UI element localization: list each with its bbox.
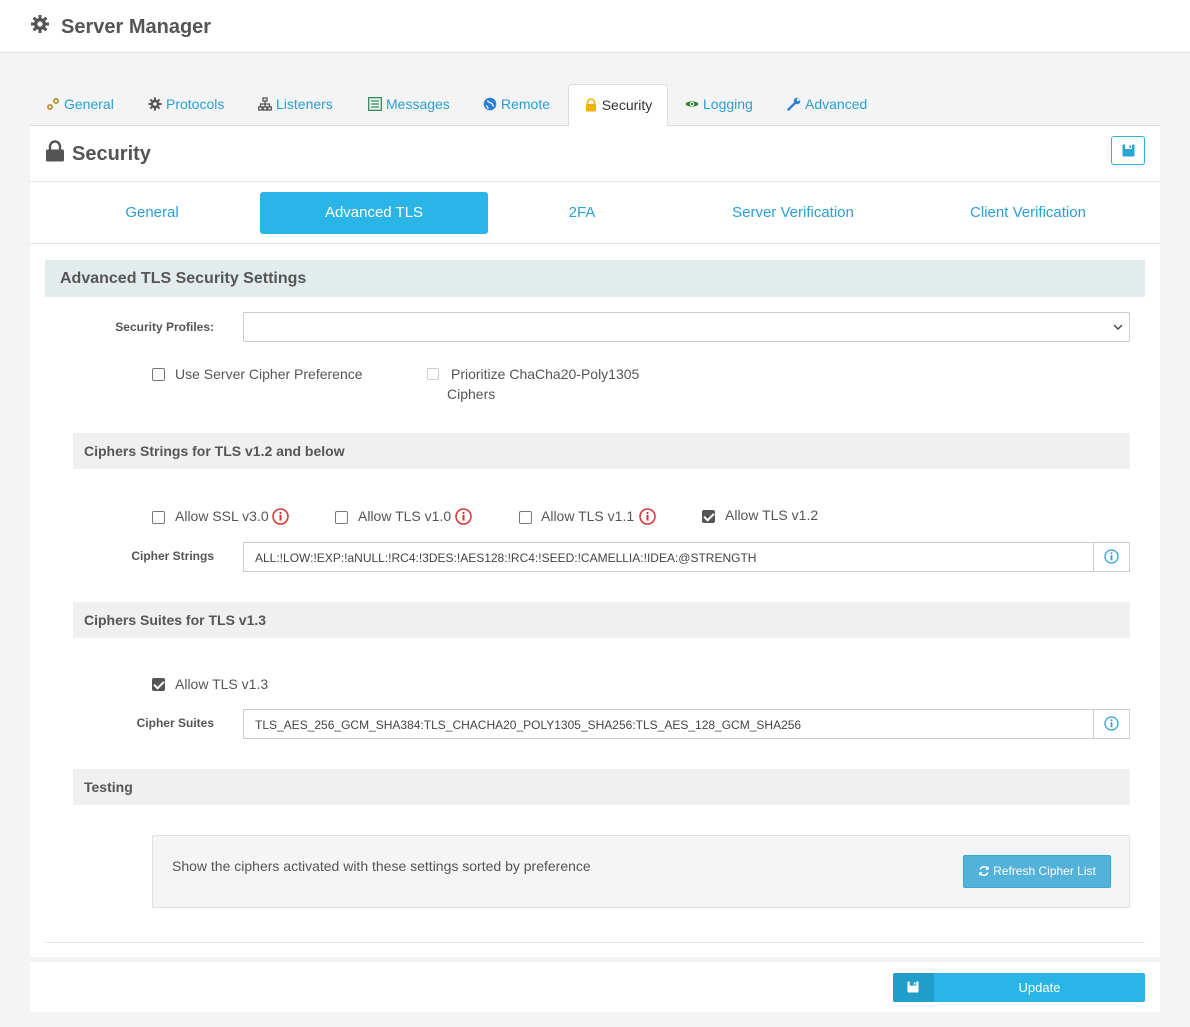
security-subtabs: General Advanced TLS 2FA Server Verifica… — [30, 182, 1160, 244]
gear-icon — [31, 15, 49, 33]
subtab-server-verification[interactable]: Server Verification — [693, 192, 893, 234]
wrench-icon — [787, 97, 801, 111]
tab-remote-label: Remote — [501, 96, 551, 112]
list-icon — [368, 97, 382, 111]
security-profiles-select[interactable] — [243, 312, 1130, 342]
save-button[interactable] — [1111, 136, 1145, 165]
refresh-cipher-list-button[interactable]: Refresh Cipher List — [963, 855, 1111, 888]
subtab-client-verification[interactable]: Client Verification — [928, 192, 1128, 234]
top-bar: Server Manager — [0, 0, 1190, 53]
subtab-2fa[interactable]: 2FA — [502, 192, 662, 234]
refresh-cipher-list-label: Refresh Cipher List — [993, 864, 1096, 878]
subtab-advanced-tls[interactable]: Advanced TLS — [260, 192, 488, 234]
tab-listeners[interactable]: Listeners — [258, 84, 333, 126]
cipher-suites-input[interactable]: TLS_AES_256_GCM_SHA384:TLS_CHACHA20_POLY… — [243, 709, 1130, 739]
panel-title: Security — [72, 143, 151, 165]
panel-header: Security — [30, 126, 1160, 182]
update-label: Update — [1018, 980, 1061, 995]
info-icon — [1104, 716, 1119, 731]
warning-info-icon[interactable] — [272, 508, 289, 525]
security-panel: Security General Advanced TLS 2FA Server… — [30, 126, 1160, 957]
allow-tls10-label: Allow TLS v1.0 — [358, 508, 452, 524]
floppy-disk-icon — [1122, 144, 1135, 157]
footer-bar: Update — [30, 962, 1160, 1012]
refresh-icon — [979, 866, 989, 876]
use-server-cipher-pref-checkbox[interactable] — [152, 368, 165, 381]
prioritize-chacha-label: Prioritize ChaCha20-Poly1305 — [451, 366, 640, 382]
prioritize-chacha-label-line2: Ciphers — [447, 386, 496, 402]
allow-tls13-checkbox[interactable] — [152, 678, 165, 691]
lock-icon — [585, 98, 596, 112]
tab-protocols-label: Protocols — [166, 96, 225, 112]
update-button[interactable]: Update — [893, 973, 1145, 1002]
tab-security-label: Security — [601, 97, 653, 113]
tab-protocols[interactable]: Protocols — [148, 84, 224, 126]
tab-advanced[interactable]: Advanced — [787, 84, 867, 126]
tls12-section-header: Ciphers Strings for TLS v1.2 and below — [73, 433, 1130, 469]
testing-section-header: Testing — [73, 769, 1130, 805]
section-header: Advanced TLS Security Settings — [45, 260, 1145, 297]
globe-icon — [483, 97, 497, 111]
tab-logging-label: Logging — [703, 96, 753, 112]
tab-messages-label: Messages — [386, 96, 450, 112]
tab-security[interactable]: Security — [568, 84, 668, 127]
cipher-strings-input[interactable]: ALL:!LOW:!EXP:!aNULL:!RC4:!3DES:!AES128:… — [243, 542, 1130, 572]
testing-box: Show the ciphers activated with these se… — [152, 835, 1130, 908]
allow-tls13-label: Allow TLS v1.3 — [175, 676, 269, 692]
cipher-suites-label: Cipher Suites — [136, 716, 214, 730]
tls12-section-title: Ciphers Strings for TLS v1.2 and below — [84, 443, 345, 459]
warning-info-icon[interactable] — [639, 508, 656, 525]
update-icon-box — [893, 973, 934, 1002]
tab-advanced-label: Advanced — [805, 96, 868, 112]
cogs-icon — [47, 98, 59, 110]
info-icon — [1104, 549, 1119, 564]
tab-general[interactable]: General — [46, 84, 114, 126]
testing-section-title: Testing — [84, 779, 133, 795]
tab-general-label: General — [64, 96, 114, 112]
cipher-strings-label: Cipher Strings — [131, 549, 214, 563]
testing-description: Show the ciphers activated with these se… — [172, 858, 591, 874]
eye-icon — [685, 101, 699, 107]
cipher-suites-info[interactable] — [1093, 710, 1129, 738]
allow-tls11-checkbox[interactable] — [519, 511, 532, 524]
allow-tls12-label: Allow TLS v1.2 — [725, 507, 819, 523]
allow-tls12-checkbox[interactable] — [702, 510, 715, 523]
cipher-strings-info[interactable] — [1093, 543, 1129, 571]
subtab-general[interactable]: General — [52, 192, 252, 234]
tls13-section-header: Ciphers Suites for TLS v1.3 — [73, 602, 1130, 638]
allow-tls10-checkbox[interactable] — [335, 511, 348, 524]
divider — [45, 942, 1145, 943]
tab-remote[interactable]: Remote — [483, 84, 550, 126]
tab-messages[interactable]: Messages — [368, 84, 450, 126]
floppy-disk-icon — [907, 981, 919, 993]
gear-icon — [148, 97, 162, 111]
tls13-section-title: Ciphers Suites for TLS v1.3 — [84, 612, 267, 628]
lock-icon — [46, 140, 64, 162]
cipher-suites-value: TLS_AES_256_GCM_SHA384:TLS_CHACHA20_POLY… — [255, 718, 802, 732]
warning-info-icon[interactable] — [455, 508, 472, 525]
sitemap-icon — [258, 97, 272, 111]
use-server-cipher-pref-label: Use Server Cipher Preference — [175, 366, 363, 382]
allow-ssl30-label: Allow SSL v3.0 — [175, 508, 269, 524]
allow-ssl30-checkbox[interactable] — [152, 511, 165, 524]
app-title: Server Manager — [61, 16, 212, 38]
tab-logging[interactable]: Logging — [685, 84, 753, 126]
allow-tls11-label: Allow TLS v1.1 — [541, 508, 635, 524]
section-title: Advanced TLS Security Settings — [60, 270, 307, 287]
prioritize-chacha-checkbox[interactable] — [427, 368, 439, 380]
chevron-down-icon — [1113, 324, 1123, 330]
cipher-strings-value: ALL:!LOW:!EXP:!aNULL:!RC4:!3DES:!AES128:… — [255, 551, 757, 565]
tab-listeners-label: Listeners — [276, 96, 333, 112]
main-tabs: General Protocols Listeners Messages Rem… — [30, 84, 1160, 127]
security-profiles-label: Security Profiles: — [115, 320, 214, 334]
